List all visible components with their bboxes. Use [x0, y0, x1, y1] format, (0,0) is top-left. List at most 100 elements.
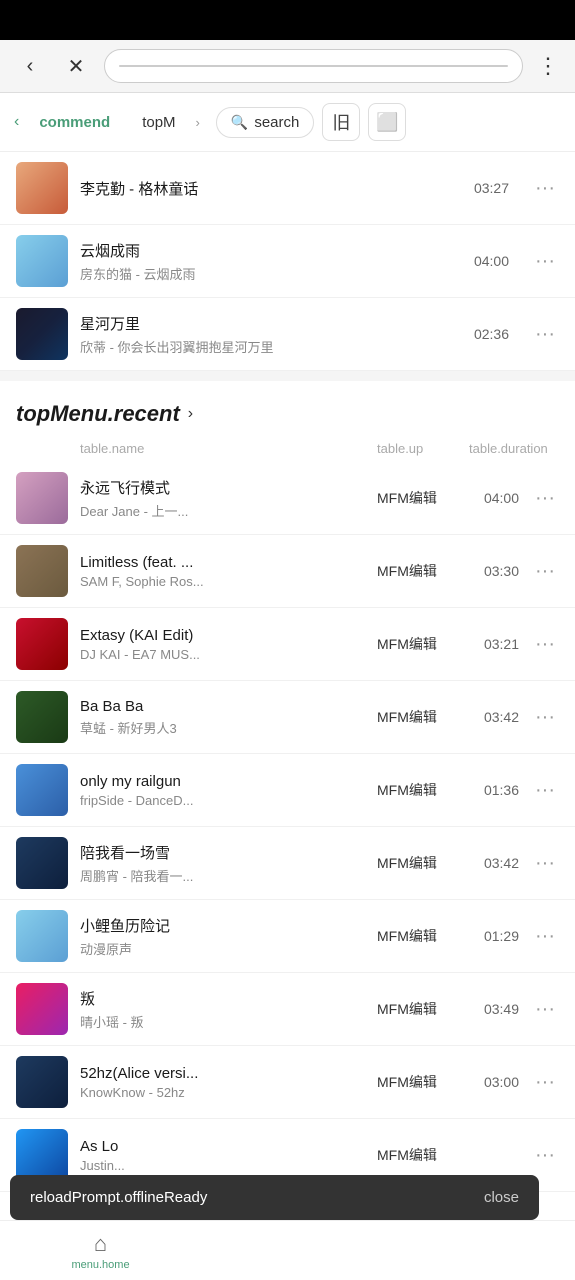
- song-title: 星河万里: [80, 313, 462, 334]
- col-header-up: table.up: [377, 441, 457, 456]
- song-title: 小鲤鱼历险记: [80, 915, 365, 936]
- song-thumbnail: [16, 545, 68, 597]
- song-more-button[interactable]: ···: [531, 323, 559, 346]
- home-icon: ⌂: [94, 1231, 107, 1257]
- song-artist: 欣蒂 - 你会长出羽翼拥抱星河万里: [80, 337, 462, 356]
- song-artist: 周鹏宵 - 陪我看一...: [80, 866, 365, 885]
- song-uploader: MFM编辑: [377, 707, 457, 727]
- song-duration: 03:27: [474, 180, 509, 196]
- history-icon-btn[interactable]: 旧: [322, 103, 360, 141]
- song-title: 52hz(Alice versi...: [80, 1065, 365, 1082]
- recent-song-item[interactable]: 永远飞行模式 Dear Jane - 上一... MFM编辑 04:00 ···: [0, 462, 575, 535]
- search-icon: 🔍: [231, 114, 248, 131]
- song-uploader: MFM编辑: [377, 561, 457, 581]
- song-thumbnail: [16, 618, 68, 670]
- browser-bar: ‹ ✕ ⋮: [0, 40, 575, 93]
- search-button[interactable]: 🔍 search: [216, 107, 314, 138]
- song-thumbnail: [16, 1056, 68, 1108]
- song-more-button[interactable]: ···: [531, 633, 559, 656]
- song-duration: 04:00: [474, 253, 509, 269]
- song-item[interactable]: 星河万里 欣蒂 - 你会长出羽翼拥抱星河万里 02:36 ···: [0, 298, 575, 371]
- song-artist: 动漫原声: [80, 939, 365, 958]
- screen-icon-btn[interactable]: ⬜: [368, 103, 406, 141]
- song-artist: 晴小瑶 - 叛: [80, 1012, 365, 1031]
- song-more-button[interactable]: ···: [531, 779, 559, 802]
- song-thumbnail: [16, 691, 68, 743]
- col-header-name: table.name: [80, 441, 365, 456]
- song-more-button[interactable]: ···: [531, 177, 559, 200]
- close-tab-button[interactable]: ✕: [58, 48, 94, 84]
- song-thumbnail: [16, 472, 68, 524]
- recent-song-item[interactable]: Limitless (feat. ... SAM F, Sophie Ros..…: [0, 535, 575, 608]
- song-more-button[interactable]: ···: [531, 1071, 559, 1094]
- bottom-nav: ⌂ menu.home: [0, 1220, 575, 1280]
- song-more-button[interactable]: ···: [531, 852, 559, 875]
- recent-section-header: topMenu.recent ›: [0, 381, 575, 435]
- offline-close-button[interactable]: close: [484, 1189, 519, 1206]
- song-thumbnail: [16, 764, 68, 816]
- nav-spacer-1: [273, 1236, 317, 1266]
- section-arrow-icon[interactable]: ›: [188, 405, 193, 423]
- song-more-button[interactable]: ···: [531, 250, 559, 273]
- song-duration: 01:36: [469, 782, 519, 798]
- url-bar[interactable]: [104, 49, 523, 83]
- search-label: search: [254, 114, 299, 131]
- song-item[interactable]: 云烟成雨 房东的猫 - 云烟成雨 04:00 ···: [0, 225, 575, 298]
- song-more-button[interactable]: ···: [531, 560, 559, 583]
- song-duration: 03:21: [469, 636, 519, 652]
- song-more-button[interactable]: ···: [531, 487, 559, 510]
- song-thumbnail: [16, 983, 68, 1035]
- song-title: As Lo: [80, 1138, 365, 1155]
- recent-song-item[interactable]: Extasy (KAI Edit) DJ KAI - EA7 MUS... MF…: [0, 608, 575, 681]
- song-more-button[interactable]: ···: [531, 998, 559, 1021]
- song-info: 52hz(Alice versi... KnowKnow - 52hz: [80, 1065, 365, 1100]
- recent-song-item[interactable]: Ba Ba Ba 草蜢 - 新好男人3 MFM编辑 03:42 ···: [0, 681, 575, 754]
- song-uploader: MFM编辑: [377, 488, 457, 508]
- url-text: [119, 65, 508, 67]
- song-uploader: MFM编辑: [377, 1072, 457, 1092]
- more-icon: ⋮: [537, 53, 559, 79]
- home-nav-item[interactable]: ⌂ menu.home: [71, 1231, 129, 1271]
- song-thumbnail: [16, 308, 68, 360]
- song-title: 云烟成雨: [80, 240, 462, 261]
- col-header-duration: table.duration: [469, 441, 529, 456]
- recent-song-item[interactable]: 小鲤鱼历险记 动漫原声 MFM编辑 01:29 ···: [0, 900, 575, 973]
- song-uploader: MFM编辑: [377, 1145, 457, 1165]
- song-more-button[interactable]: ···: [531, 925, 559, 948]
- recent-song-item[interactable]: only my railgun fripSide - DanceD... MFM…: [0, 754, 575, 827]
- more-button[interactable]: ⋮: [533, 53, 563, 79]
- song-info: As Lo Justin...: [80, 1138, 365, 1173]
- song-duration: 04:00: [469, 490, 519, 506]
- song-artist: 房东的猫 - 云烟成雨: [80, 264, 462, 283]
- song-title: Extasy (KAI Edit): [80, 627, 365, 644]
- back-button[interactable]: ‹: [12, 48, 48, 84]
- song-title: 李克勤 - 格林童话: [80, 178, 462, 199]
- song-artist: 草蜢 - 新好男人3: [80, 718, 365, 737]
- song-title: 永远飞行模式: [80, 477, 365, 498]
- tab-chevron-left[interactable]: ‹: [14, 113, 19, 131]
- section-separator: [0, 371, 575, 381]
- song-duration: 01:29: [469, 928, 519, 944]
- recent-song-item[interactable]: 叛 晴小瑶 - 叛 MFM编辑 03:49 ···: [0, 973, 575, 1046]
- song-uploader: MFM编辑: [377, 926, 457, 946]
- song-title: 陪我看一场雪: [80, 842, 365, 863]
- tab-commend[interactable]: commend: [27, 108, 122, 137]
- table-header: table.name table.up table.duration: [0, 435, 575, 462]
- song-info: 李克勤 - 格林童话: [80, 178, 462, 199]
- back-icon: ‹: [27, 55, 34, 78]
- song-more-button[interactable]: ···: [531, 1144, 559, 1167]
- tab-topmenu[interactable]: topM: [130, 108, 187, 137]
- song-info: Extasy (KAI Edit) DJ KAI - EA7 MUS...: [80, 627, 365, 662]
- song-info: 云烟成雨 房东的猫 - 云烟成雨: [80, 240, 462, 283]
- nav-tabs: ‹ commend topM › 🔍 search 旧 ⬜: [0, 93, 575, 152]
- song-title: 叛: [80, 988, 365, 1009]
- recent-song-item[interactable]: 陪我看一场雪 周鹏宵 - 陪我看一... MFM编辑 03:42 ···: [0, 827, 575, 900]
- song-artist: fripSide - DanceD...: [80, 793, 365, 808]
- song-item[interactable]: 李克勤 - 格林童话 03:27 ···: [0, 152, 575, 225]
- close-icon: ✕: [68, 54, 85, 79]
- song-thumbnail: [16, 1129, 68, 1181]
- recent-song-item[interactable]: 52hz(Alice versi... KnowKnow - 52hz MFM编…: [0, 1046, 575, 1119]
- screen-icon: ⬜: [376, 112, 398, 133]
- song-more-button[interactable]: ···: [531, 706, 559, 729]
- song-title: Ba Ba Ba: [80, 698, 365, 715]
